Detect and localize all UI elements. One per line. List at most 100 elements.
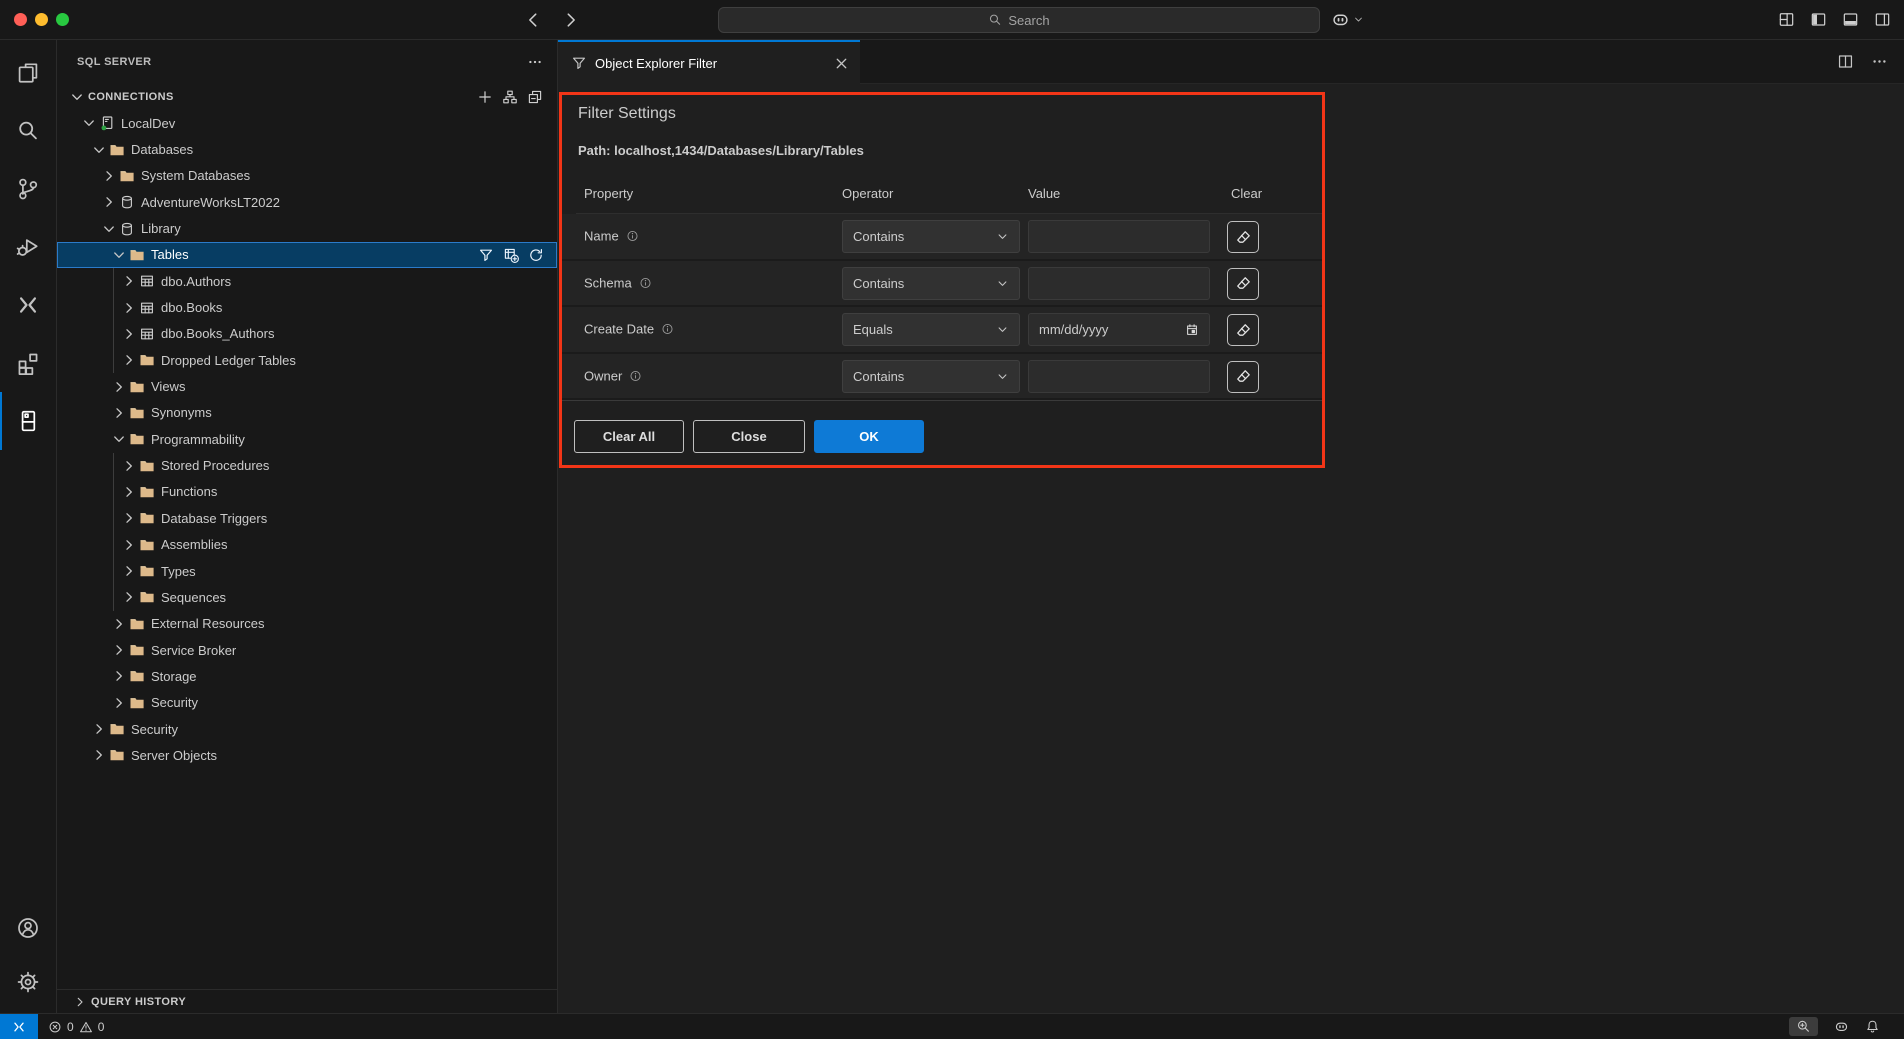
- sql-server-icon: [16, 409, 40, 433]
- tree-item-security[interactable]: Security: [57, 716, 557, 742]
- copilot-icon: [1331, 10, 1350, 29]
- new-table-button[interactable]: [503, 247, 519, 263]
- remote-explorer-icon: [16, 293, 40, 317]
- activity-item-explorer[interactable]: [0, 44, 56, 102]
- panel-bottom-icon[interactable]: [1842, 11, 1859, 28]
- window-controls: [14, 13, 69, 26]
- tree-item-service-broker[interactable]: Service Broker: [57, 637, 557, 663]
- add-connection-button[interactable]: [477, 89, 493, 105]
- tree-item-library[interactable]: Library: [57, 215, 557, 241]
- activity-item-extensions[interactable]: [0, 334, 56, 392]
- navigate-forward-icon[interactable]: [562, 11, 580, 29]
- value-input-owner[interactable]: [1028, 360, 1210, 393]
- tree-item-types[interactable]: Types: [57, 558, 557, 584]
- eraser-icon: [1235, 322, 1252, 339]
- tree-item-adventureworkslt2022[interactable]: AdventureWorksLT2022: [57, 189, 557, 215]
- filter-row-owner: OwnerContains: [562, 354, 1324, 401]
- activity-item-run-debug[interactable]: [0, 218, 56, 276]
- zoom-status[interactable]: [1789, 1017, 1818, 1036]
- tree-item-dbo-books-authors[interactable]: dbo.Books_Authors: [57, 321, 557, 347]
- source-control-icon: [16, 177, 40, 201]
- minimize-window-button[interactable]: [35, 13, 48, 26]
- value-input-name[interactable]: [1028, 220, 1210, 253]
- problems-status[interactable]: 0 0: [38, 1020, 104, 1034]
- chevron-down-icon: [101, 221, 117, 237]
- tree-item-dbo-books[interactable]: dbo.Books: [57, 294, 557, 320]
- tab-bar: Object Explorer Filter: [558, 40, 1904, 84]
- operator-select-owner[interactable]: Contains: [842, 360, 1020, 393]
- chevron-down-icon: [996, 277, 1009, 290]
- error-count: 0: [67, 1020, 74, 1034]
- tree-item-dbo-authors[interactable]: dbo.Authors: [57, 268, 557, 294]
- sidebar-right-icon[interactable]: [1874, 11, 1891, 28]
- copilot-status-icon[interactable]: [1834, 1019, 1849, 1034]
- clear-schema-button[interactable]: [1227, 268, 1259, 300]
- filter-button[interactable]: [478, 247, 494, 263]
- more-actions-icon[interactable]: [527, 54, 543, 70]
- layout-custom-icon[interactable]: [1778, 11, 1795, 28]
- ok-button[interactable]: OK: [814, 420, 924, 453]
- tree-item-tables[interactable]: Tables: [57, 242, 557, 268]
- folder-icon: [129, 379, 145, 395]
- refresh-button[interactable]: [528, 247, 544, 263]
- clear-owner-button[interactable]: [1227, 361, 1259, 393]
- activity-item-sql-server[interactable]: [0, 392, 56, 450]
- clear-all-button[interactable]: Clear All: [574, 420, 684, 453]
- operator-select-schema[interactable]: Contains: [842, 267, 1020, 300]
- operator-select-name[interactable]: Contains: [842, 220, 1020, 253]
- tree-item-assemblies[interactable]: Assemblies: [57, 532, 557, 558]
- navigate-back-icon[interactable]: [524, 11, 542, 29]
- eraser-icon: [1235, 368, 1252, 385]
- notifications-bell-icon[interactable]: [1865, 1019, 1880, 1034]
- close-window-button[interactable]: [14, 13, 27, 26]
- tree-item-stored-procedures[interactable]: Stored Procedures: [57, 452, 557, 478]
- maximize-window-button[interactable]: [56, 13, 69, 26]
- tree-item-security[interactable]: Security: [57, 690, 557, 716]
- tree-item-server-objects[interactable]: Server Objects: [57, 742, 557, 768]
- connections-section-header[interactable]: CONNECTIONS: [57, 84, 557, 110]
- command-center-search[interactable]: Search: [718, 7, 1320, 33]
- value-input-schema[interactable]: [1028, 267, 1210, 300]
- tree-item-synonyms[interactable]: Synonyms: [57, 400, 557, 426]
- tree-item-localdev[interactable]: LocalDev: [57, 110, 557, 136]
- database-icon: [119, 194, 135, 210]
- tree-item-databases[interactable]: Databases: [57, 136, 557, 162]
- filter-path: Path: localhost,1434/Databases/Library/T…: [578, 143, 864, 158]
- tree-item-programmability[interactable]: Programmability: [57, 426, 557, 452]
- remote-indicator[interactable]: [0, 1014, 38, 1039]
- operator-select-create-date[interactable]: Equals: [842, 313, 1020, 346]
- clear-create-date-button[interactable]: [1227, 314, 1259, 346]
- clear-name-button[interactable]: [1227, 221, 1259, 253]
- tree-item-storage[interactable]: Storage: [57, 663, 557, 689]
- tree-item-label: Security: [131, 722, 178, 737]
- value-date-input-create-date[interactable]: mm/dd/yyyy: [1028, 313, 1210, 346]
- folder-icon: [119, 168, 135, 184]
- tree-item-external-resources[interactable]: External Resources: [57, 611, 557, 637]
- tree-item-views[interactable]: Views: [57, 373, 557, 399]
- folder-icon: [109, 747, 125, 763]
- tree-item-sequences[interactable]: Sequences: [57, 584, 557, 610]
- query-history-section-header[interactable]: QUERY HISTORY: [57, 989, 557, 1013]
- activity-item-source-control[interactable]: [0, 160, 56, 218]
- split-editor-icon[interactable]: [1837, 53, 1854, 70]
- chevron-right-icon: [111, 616, 127, 632]
- activity-item-remote-explorer[interactable]: [0, 276, 56, 334]
- tree-item-functions[interactable]: Functions: [57, 479, 557, 505]
- tree-item-database-triggers[interactable]: Database Triggers: [57, 505, 557, 531]
- sidebar-left-icon[interactable]: [1810, 11, 1827, 28]
- tree-item-label: Programmability: [151, 432, 245, 447]
- activity-item-settings[interactable]: [0, 955, 56, 1009]
- tree-item-dropped-ledger-tables[interactable]: Dropped Ledger Tables: [57, 347, 557, 373]
- activity-item-accounts[interactable]: [0, 901, 56, 955]
- activity-item-search[interactable]: [0, 102, 56, 160]
- close-button[interactable]: Close: [693, 420, 805, 453]
- close-tab-icon[interactable]: [833, 55, 850, 72]
- folder-icon: [139, 589, 155, 605]
- tab-object-explorer-filter[interactable]: Object Explorer Filter: [558, 40, 860, 84]
- collapse-all-button[interactable]: [527, 89, 543, 105]
- copilot-menu[interactable]: [1331, 10, 1364, 29]
- chevron-right-icon: [111, 642, 127, 658]
- server-groups-button[interactable]: [502, 89, 518, 105]
- more-actions-icon[interactable]: [1871, 53, 1888, 70]
- tree-item-system-databases[interactable]: System Databases: [57, 163, 557, 189]
